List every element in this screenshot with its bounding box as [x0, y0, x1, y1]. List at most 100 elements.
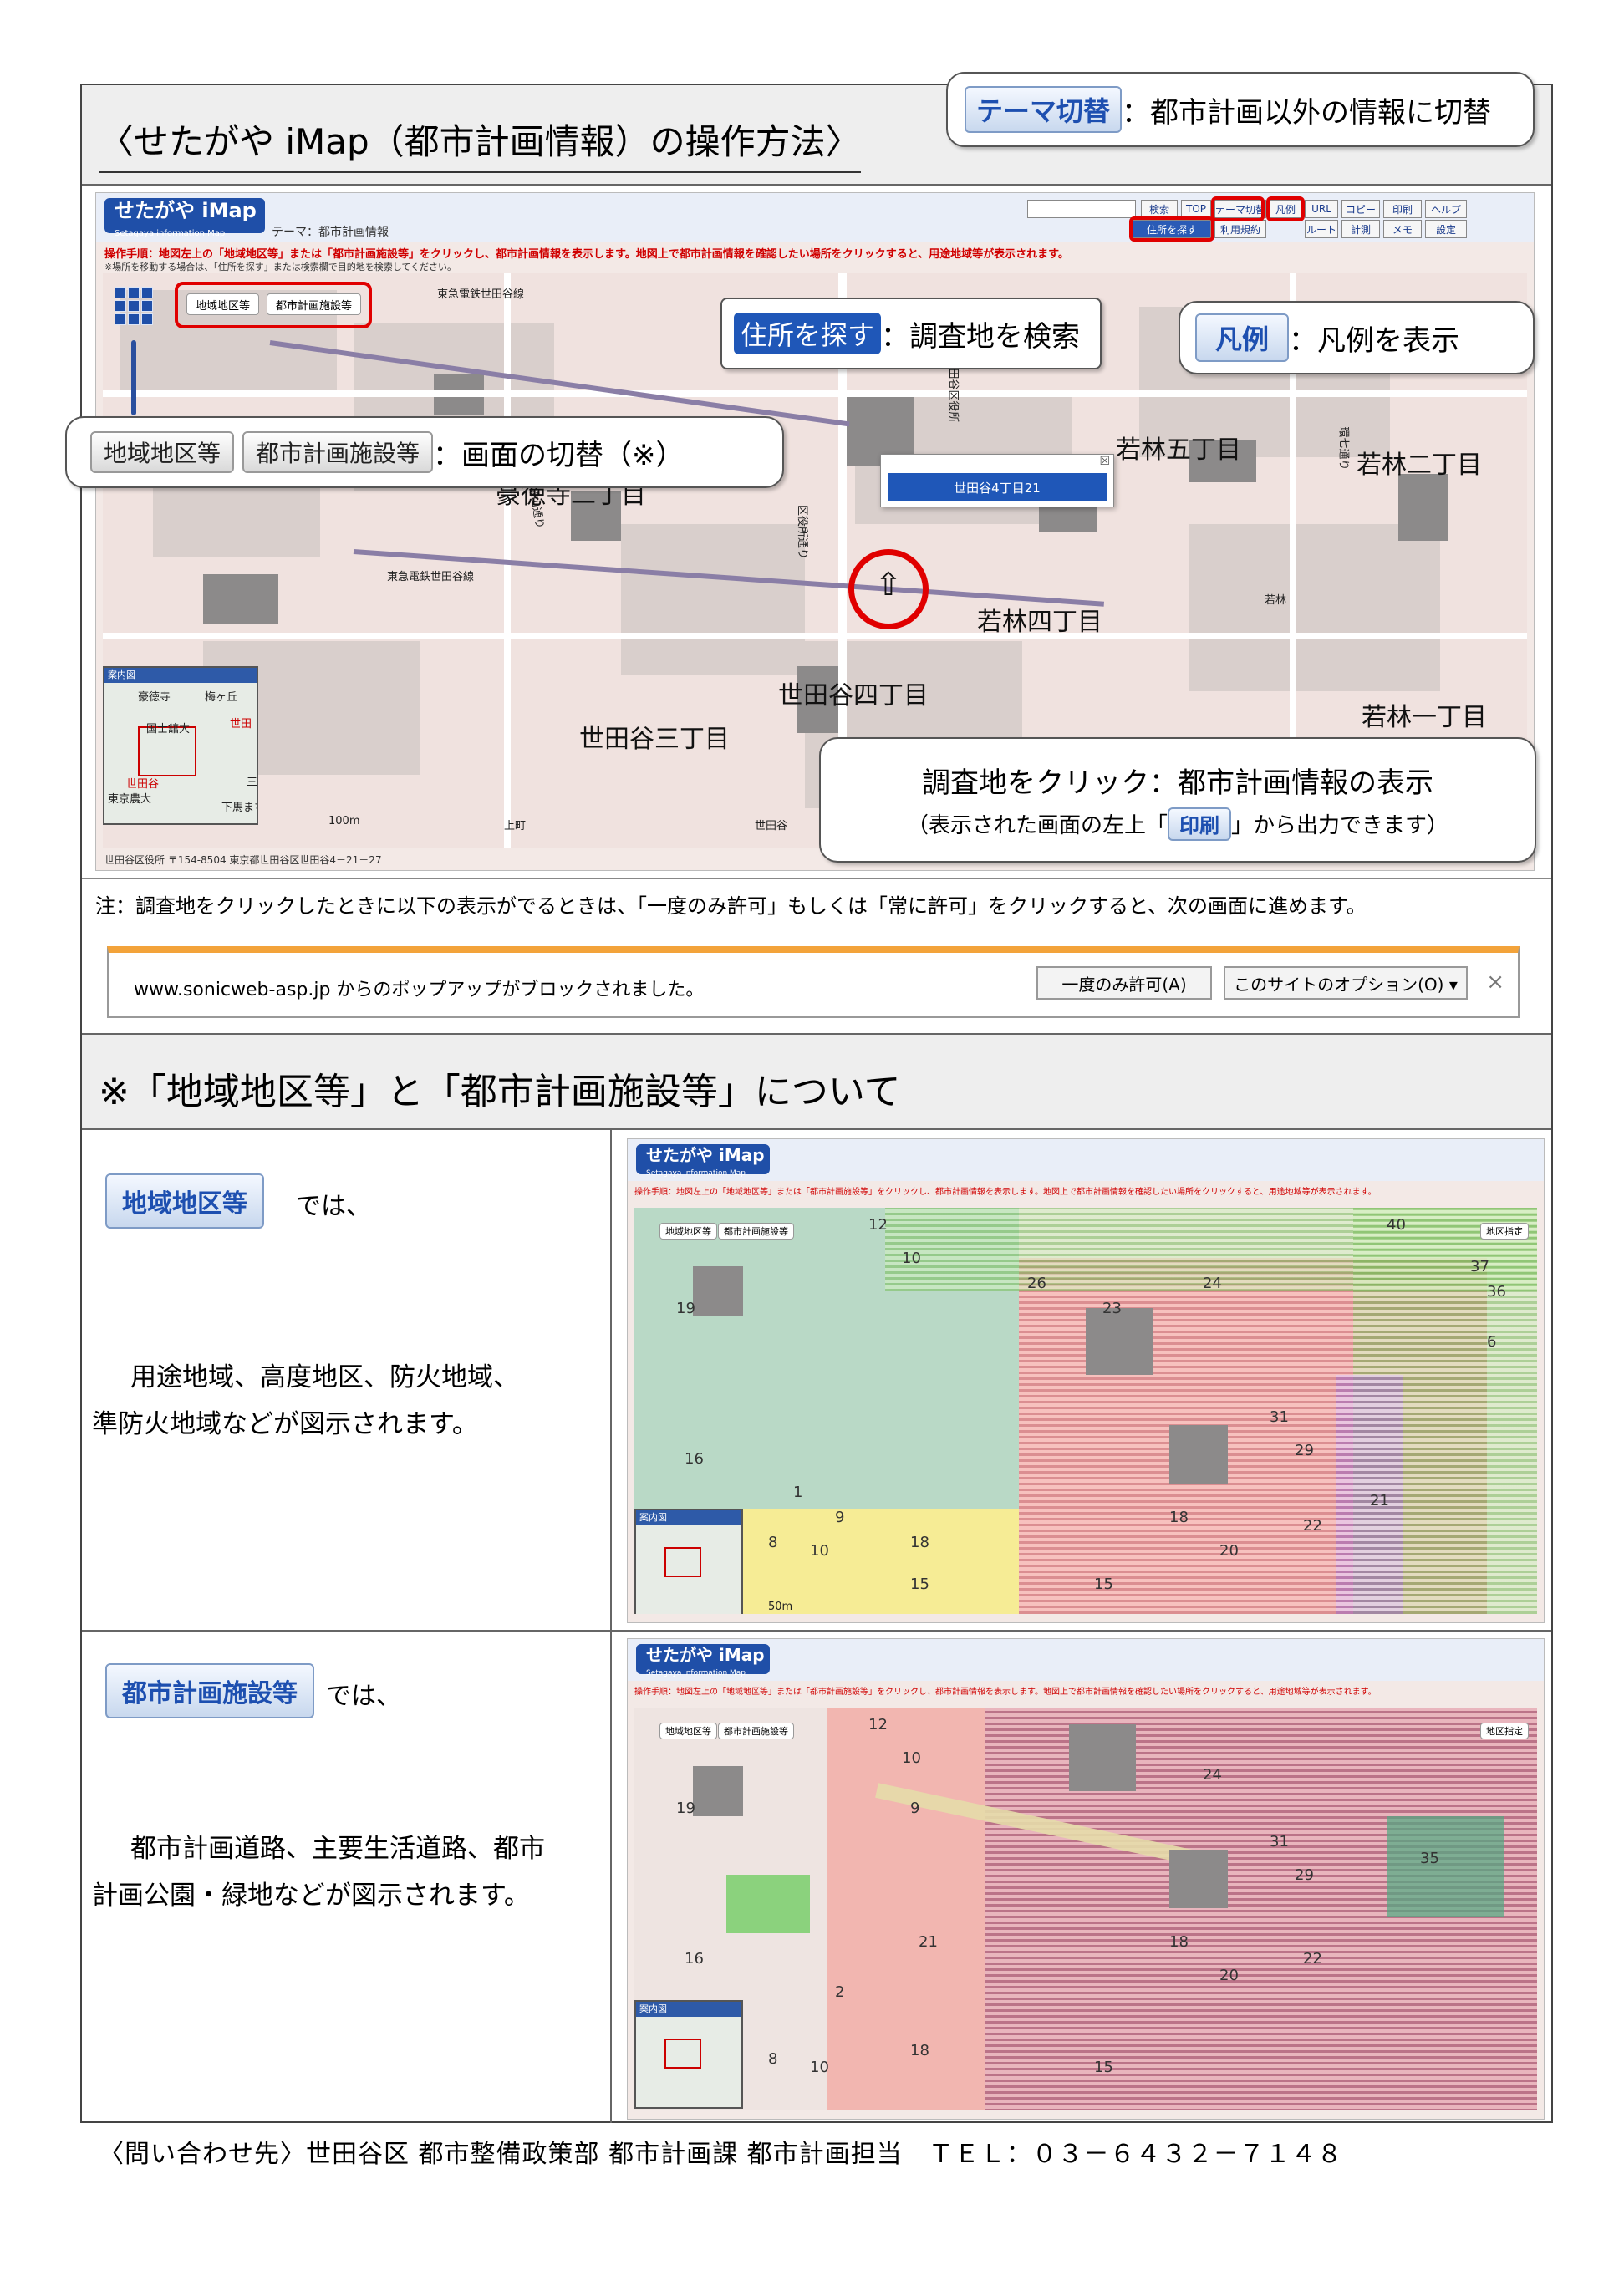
map-settings-button[interactable]: 設定 [1425, 220, 1467, 238]
popup-address-button[interactable]: 世田谷4丁目21 [888, 473, 1107, 501]
map-nav-pad[interactable] [115, 287, 153, 325]
small-switch-zoning[interactable]: 地域地区等 [659, 1723, 717, 1739]
find-address-chip: 住所を探す [734, 313, 882, 354]
map-theme-label: テーマ：都市計画情報 [272, 226, 389, 239]
callout-search-text: ：調査地を検索 [881, 319, 1081, 354]
map-topbar: せたがや iMap Setagaya information Map テーマ：都市… [96, 193, 1534, 242]
callout-theme-text: ：都市計画以外の情報に切替 [1122, 95, 1492, 130]
station-label: 若林 [1265, 594, 1287, 607]
imap-logo: せたがや iMap Setagaya information Map [104, 198, 265, 238]
small-legend-button[interactable]: 地区指定 [1480, 1723, 1529, 1739]
facilities-map: せたがや iMap Setagaya information Map 操作手順：地… [627, 1638, 1545, 2120]
map-search-button[interactable]: 検索 [1141, 200, 1178, 218]
station-label: 上町 [504, 820, 527, 832]
minimap-title: 案内図 [104, 668, 257, 683]
popup-note: 注：調査地をクリックしたときに以下の表示がでるときは、「一度のみ許可」もしくは「… [95, 894, 1367, 918]
zoning-minimap[interactable]: 案内図 [634, 1509, 743, 1614]
legend-chip: 凡例 [1195, 313, 1290, 362]
map-notice-red: 操作手順：地図左上の「地域地区等」または「都市計画施設等」をクリックし、都市計画… [104, 248, 1069, 261]
highlight-legend [1266, 196, 1305, 221]
zoning-map: せたがや iMap Setagaya information Map 操作手順：地… [627, 1138, 1545, 1623]
close-icon[interactable]: × [1486, 970, 1504, 995]
separator [82, 878, 1551, 879]
small-switch-zoning[interactable]: 地域地区等 [659, 1223, 717, 1240]
theme-switch-chip: テーマ切替 [965, 86, 1123, 133]
facilities-map-canvas[interactable]: 地域地区等 都市計画施設等 地区指定 12 10 9 19 16 2 8 21 … [634, 1708, 1537, 2110]
callout-click-line2: （表示された画面の左上「 印刷 」から出力できます） [907, 807, 1448, 841]
map-popup: ☒ 世田谷4丁目21 [880, 454, 1114, 507]
map-print-button[interactable]: 印刷 [1383, 200, 1422, 218]
highlight-theme [1211, 196, 1265, 221]
map-route-button[interactable]: ルート [1305, 220, 1338, 238]
small-switch-facilities[interactable]: 都市計画施設等 [718, 1723, 794, 1739]
print-chip: 印刷 [1168, 807, 1231, 841]
popup-blocker-text: www.sonicweb-asp.jp からのポップアップがブロックされました。 [134, 980, 705, 1000]
section1-title: 〈せたがや iMap（都市計画情報）の操作方法〉 [99, 114, 861, 173]
callout-search: 住所を探す ：調査地を検索 [720, 298, 1102, 369]
cursor-arrow-icon: ⇧ [875, 566, 902, 603]
facilities-label-chip: 都市計画施設等 [105, 1663, 314, 1718]
map-zoom-slider[interactable] [131, 340, 136, 415]
popup-close-icon[interactable]: ☒ [1099, 455, 1110, 468]
zoning-map-scale: 50m [768, 1601, 793, 1613]
contact-info: 〈問い合わせ先〉世田谷区 都市整備政策部 都市計画課 都市計画担当 ＴＥＬ：０３… [99, 2140, 1343, 2169]
facilities-de: では、 [326, 1682, 401, 1711]
place-setagaya-4: 世田谷四丁目 [778, 681, 929, 710]
place-wakabayashi-1: 若林一丁目 [1362, 703, 1487, 732]
row-facilities: 都市計画施設等 では、 都市計画道路、主要生活道路、都市 計画公園・緑地などが図… [82, 1632, 1551, 2123]
page-frame: 〈せたがや iMap（都市計画情報）の操作方法〉 テーマ切替 ：都市計画以外の情… [65, 72, 1553, 2123]
map-help-button[interactable]: ヘルプ [1425, 200, 1467, 218]
callout-switch: 地域地区等 都市計画施設等 ：画面の切替（※） [65, 416, 784, 488]
rail-label: 東急電鉄世田谷線 [387, 571, 475, 583]
section2-header: ※「地域地区等」と「都市計画施設等」について [82, 1033, 1551, 1130]
facilities-body-2: 計画公園・緑地などが図示されます。 [92, 1881, 530, 1911]
map-measure-button[interactable]: 計測 [1341, 220, 1380, 238]
place-wakabayashi-2: 若林二丁目 [1357, 451, 1482, 480]
imap-logo-small: せたがや iMap Setagaya information Map [636, 1144, 770, 1178]
map-footer: 世田谷区役所 〒154-8504 東京都世田谷区世田谷4－21－27 [104, 854, 382, 866]
road-label: 区役所通り [796, 504, 809, 560]
callout-legend-text: ：凡例を表示 [1289, 323, 1460, 358]
zoning-map-canvas[interactable]: 地域地区等 都市計画施設等 地区指定 12 10 19 16 1 9 8 10 … [634, 1208, 1537, 1614]
zoning-de: では、 [296, 1192, 371, 1221]
popup-blocker-bar: www.sonicweb-asp.jp からのポップアップがブロックされました。… [107, 946, 1520, 1018]
section2-title: ※「地域地区等」と「都市計画施設等」について [99, 1071, 901, 1113]
imap-logo-small: せたがや iMap Setagaya information Map [636, 1644, 770, 1677]
highlight-switch [175, 282, 372, 328]
callout-legend: 凡例 ：凡例を表示 [1179, 301, 1535, 374]
rail-label: 東急電鉄世田谷線 [437, 288, 525, 301]
facilities-body-1: 都市計画道路、主要生活道路、都市 [130, 1834, 545, 1864]
map-memo-button[interactable]: メモ [1383, 220, 1422, 238]
map-copy-button[interactable]: コピー [1341, 200, 1380, 218]
zoning-label-chip: 地域地区等 [105, 1173, 264, 1229]
small-legend-button[interactable]: 地区指定 [1480, 1223, 1529, 1240]
callout-click: 調査地をクリック：都市計画情報の表示 （表示された画面の左上「 印刷 」から出力… [819, 737, 1536, 863]
facilities-minimap[interactable]: 案内図 [634, 2000, 743, 2109]
road-label: 環七通り [1336, 426, 1350, 471]
facilities-chip: 都市計画施設等 [242, 431, 434, 473]
place-wakabayashi-4: 若林四丁目 [977, 608, 1102, 637]
row-zoning: 地域地区等 では、 用途地域、高度地区、防火地域、 準防火地域などが図示されます… [82, 1130, 1551, 1632]
zone-park [1387, 1816, 1504, 1917]
map-terms-button[interactable]: 利用規約 [1214, 220, 1266, 238]
zoning-body-2: 準防火地域などが図示されます。 [92, 1409, 478, 1439]
zone-yellow [735, 1509, 1036, 1614]
zone-green-small [726, 1875, 810, 1933]
map-top-button[interactable]: TOP [1181, 200, 1211, 218]
site-options-button[interactable]: このサイトのオプション(O) ▾ [1224, 966, 1468, 1000]
callout-click-line1: 調査地をクリック：都市計画情報の表示 [922, 766, 1433, 800]
callout-theme: テーマ切替 ：都市計画以外の情報に切替 [946, 72, 1535, 147]
map-search-input[interactable] [1027, 200, 1136, 218]
station-label: 世田谷 [755, 820, 788, 832]
highlight-find-address [1129, 216, 1214, 242]
allow-once-button[interactable]: 一度のみ許可(A) [1036, 966, 1212, 1000]
small-switch-facilities[interactable]: 都市計画施設等 [718, 1223, 794, 1240]
place-wakabayashi-5: 若林五丁目 [1116, 435, 1241, 465]
place-setagaya-3: 世田谷三丁目 [579, 725, 730, 754]
callout-switch-text: ：画面の切替（※） [433, 438, 685, 472]
zoning-chip: 地域地区等 [90, 431, 235, 473]
map-url-button[interactable]: URL [1305, 200, 1338, 218]
map-scale: 100m [328, 815, 360, 827]
minimap[interactable]: 案内図 豪徳寺 梅ヶ丘 国士舘大 世田 世田谷 東京農大 下馬まち 三軒 [103, 666, 258, 825]
map-notice-small: ※場所を移動する場合は、「住所を探す」または検索欄で目的地を検索してください。 [104, 262, 457, 272]
